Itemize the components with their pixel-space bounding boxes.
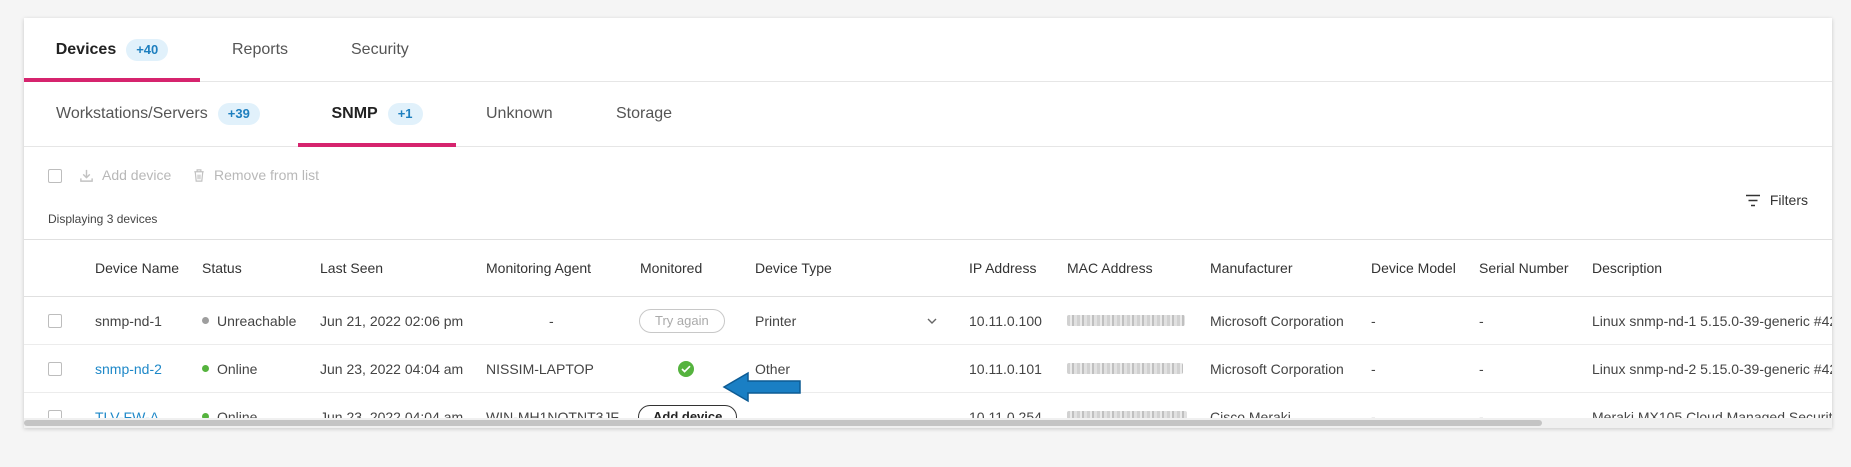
- secondary-tabs: Workstations/Servers +39 SNMP +1 Unknown…: [24, 82, 1832, 147]
- select-all-checkbox[interactable]: [48, 169, 62, 183]
- serial-number: -: [1479, 312, 1484, 329]
- tab-reports-label: Reports: [232, 40, 289, 58]
- device-name: snmp-nd-1: [95, 312, 162, 329]
- devices-panel: Devices +40 Reports Security Workstation…: [24, 18, 1832, 428]
- col-last-seen[interactable]: Last Seen: [320, 240, 383, 296]
- device-type-select[interactable]: Printer: [755, 297, 937, 344]
- ip-address: 10.11.0.100: [969, 312, 1042, 329]
- col-status[interactable]: Status: [202, 240, 242, 296]
- tab-workstations-label: Workstations/Servers: [56, 105, 208, 122]
- description: Linux snmp-nd-1 5.15.0-39-generic #42: [1592, 312, 1832, 329]
- monitored-cell: Try again: [639, 297, 725, 344]
- ip-address: 10.11.0.101: [969, 360, 1042, 377]
- col-monitoring-agent[interactable]: Monitoring Agent: [486, 240, 591, 296]
- tab-storage-label: Storage: [616, 105, 673, 122]
- status-cell: Unreachable: [202, 297, 296, 344]
- monitoring-agent: NISSIM-LAPTOP: [486, 360, 594, 377]
- redacted-mac: [1067, 315, 1185, 326]
- filter-icon: [1745, 194, 1760, 206]
- status-text: Unreachable: [217, 312, 297, 329]
- trash-icon: [194, 168, 204, 182]
- tab-snmp-label: SNMP: [331, 105, 378, 122]
- tab-storage[interactable]: Storage: [616, 82, 672, 146]
- primary-tabs: Devices +40 Reports Security: [24, 18, 1832, 82]
- mac-address-redacted: [1067, 297, 1185, 344]
- col-monitored[interactable]: Monitored: [640, 240, 702, 296]
- col-device-name[interactable]: Device Name: [95, 240, 179, 296]
- try-again-button[interactable]: Try again: [639, 308, 725, 333]
- manufacturer: Microsoft Corporation: [1210, 360, 1344, 377]
- row-checkbox-cell[interactable]: [48, 345, 62, 392]
- scrollbar-thumb[interactable]: [24, 420, 1542, 426]
- manufacturer: Microsoft Corporation: [1210, 312, 1344, 329]
- tab-reports[interactable]: Reports: [232, 18, 288, 81]
- status-dot-unreachable: [202, 317, 209, 324]
- horizontal-scrollbar[interactable]: [24, 418, 1832, 428]
- tab-devices[interactable]: Devices +40: [24, 18, 200, 82]
- monitored-cell: [678, 345, 694, 392]
- table-toolbar: Add device Remove from list Displaying 3…: [24, 147, 1832, 240]
- col-device-model[interactable]: Device Model: [1371, 240, 1456, 296]
- status-text: Online: [217, 360, 258, 377]
- callout-arrow-icon: [722, 371, 801, 403]
- add-device-toolbar-button[interactable]: Add device: [79, 167, 171, 183]
- col-description[interactable]: Description: [1592, 240, 1662, 296]
- tab-snmp-badge: +1: [387, 103, 423, 125]
- tab-unknown-label: Unknown: [486, 105, 553, 122]
- device-name-link[interactable]: snmp-nd-2: [95, 345, 162, 392]
- tab-devices-label: Devices: [55, 40, 117, 58]
- chevron-down-icon: [927, 318, 937, 324]
- last-seen: Jun 21, 2022 02:06 pm: [320, 312, 464, 329]
- redacted-mac: [1067, 363, 1183, 374]
- table-header: Device Name Status Last Seen Monitoring …: [24, 240, 1832, 297]
- device-model: -: [1371, 312, 1376, 329]
- monitoring-agent: -: [549, 312, 554, 329]
- col-mac-address[interactable]: MAC Address: [1067, 240, 1153, 296]
- device-count-text: Displaying 3 devices: [48, 212, 158, 226]
- col-manufacturer[interactable]: Manufacturer: [1210, 240, 1292, 296]
- col-device-type[interactable]: Device Type: [755, 240, 832, 296]
- tab-security[interactable]: Security: [351, 18, 409, 81]
- col-ip-address[interactable]: IP Address: [969, 240, 1036, 296]
- device-type-value: Printer: [755, 312, 797, 329]
- row-checkbox-cell[interactable]: [48, 297, 62, 344]
- last-seen: Jun 23, 2022 04:04 am: [320, 360, 464, 377]
- device-model: -: [1371, 360, 1376, 377]
- description: Linux snmp-nd-2 5.15.0-39-generic #42: [1592, 360, 1832, 377]
- filters-button[interactable]: Filters: [1745, 192, 1808, 208]
- download-icon: [80, 169, 93, 182]
- serial-number: -: [1479, 360, 1484, 377]
- check-icon: [678, 360, 694, 377]
- tab-snmp[interactable]: SNMP +1: [298, 82, 456, 147]
- add-device-toolbar-label: Add device: [102, 167, 172, 183]
- tab-unknown[interactable]: Unknown: [486, 82, 553, 146]
- row-checkbox[interactable]: [48, 361, 62, 376]
- tab-security-label: Security: [351, 40, 409, 58]
- status-dot-online: [202, 365, 209, 372]
- col-serial-number[interactable]: Serial Number: [1479, 240, 1568, 296]
- table-row[interactable]: snmp-nd-2 Online Jun 23, 2022 04:04 am N…: [24, 345, 1832, 393]
- remove-from-list-label: Remove from list: [214, 167, 320, 183]
- filters-label: Filters: [1769, 192, 1808, 208]
- mac-address-redacted: [1067, 345, 1183, 392]
- row-checkbox[interactable]: [48, 313, 62, 328]
- table-row[interactable]: snmp-nd-1 Unreachable Jun 21, 2022 02:06…: [24, 297, 1832, 345]
- status-cell: Online: [202, 345, 257, 392]
- tab-devices-badge: +40: [126, 38, 169, 61]
- remove-from-list-button[interactable]: Remove from list: [192, 167, 319, 183]
- tab-workstations-servers[interactable]: Workstations/Servers +39: [56, 82, 260, 146]
- tab-workstations-badge: +39: [217, 103, 260, 125]
